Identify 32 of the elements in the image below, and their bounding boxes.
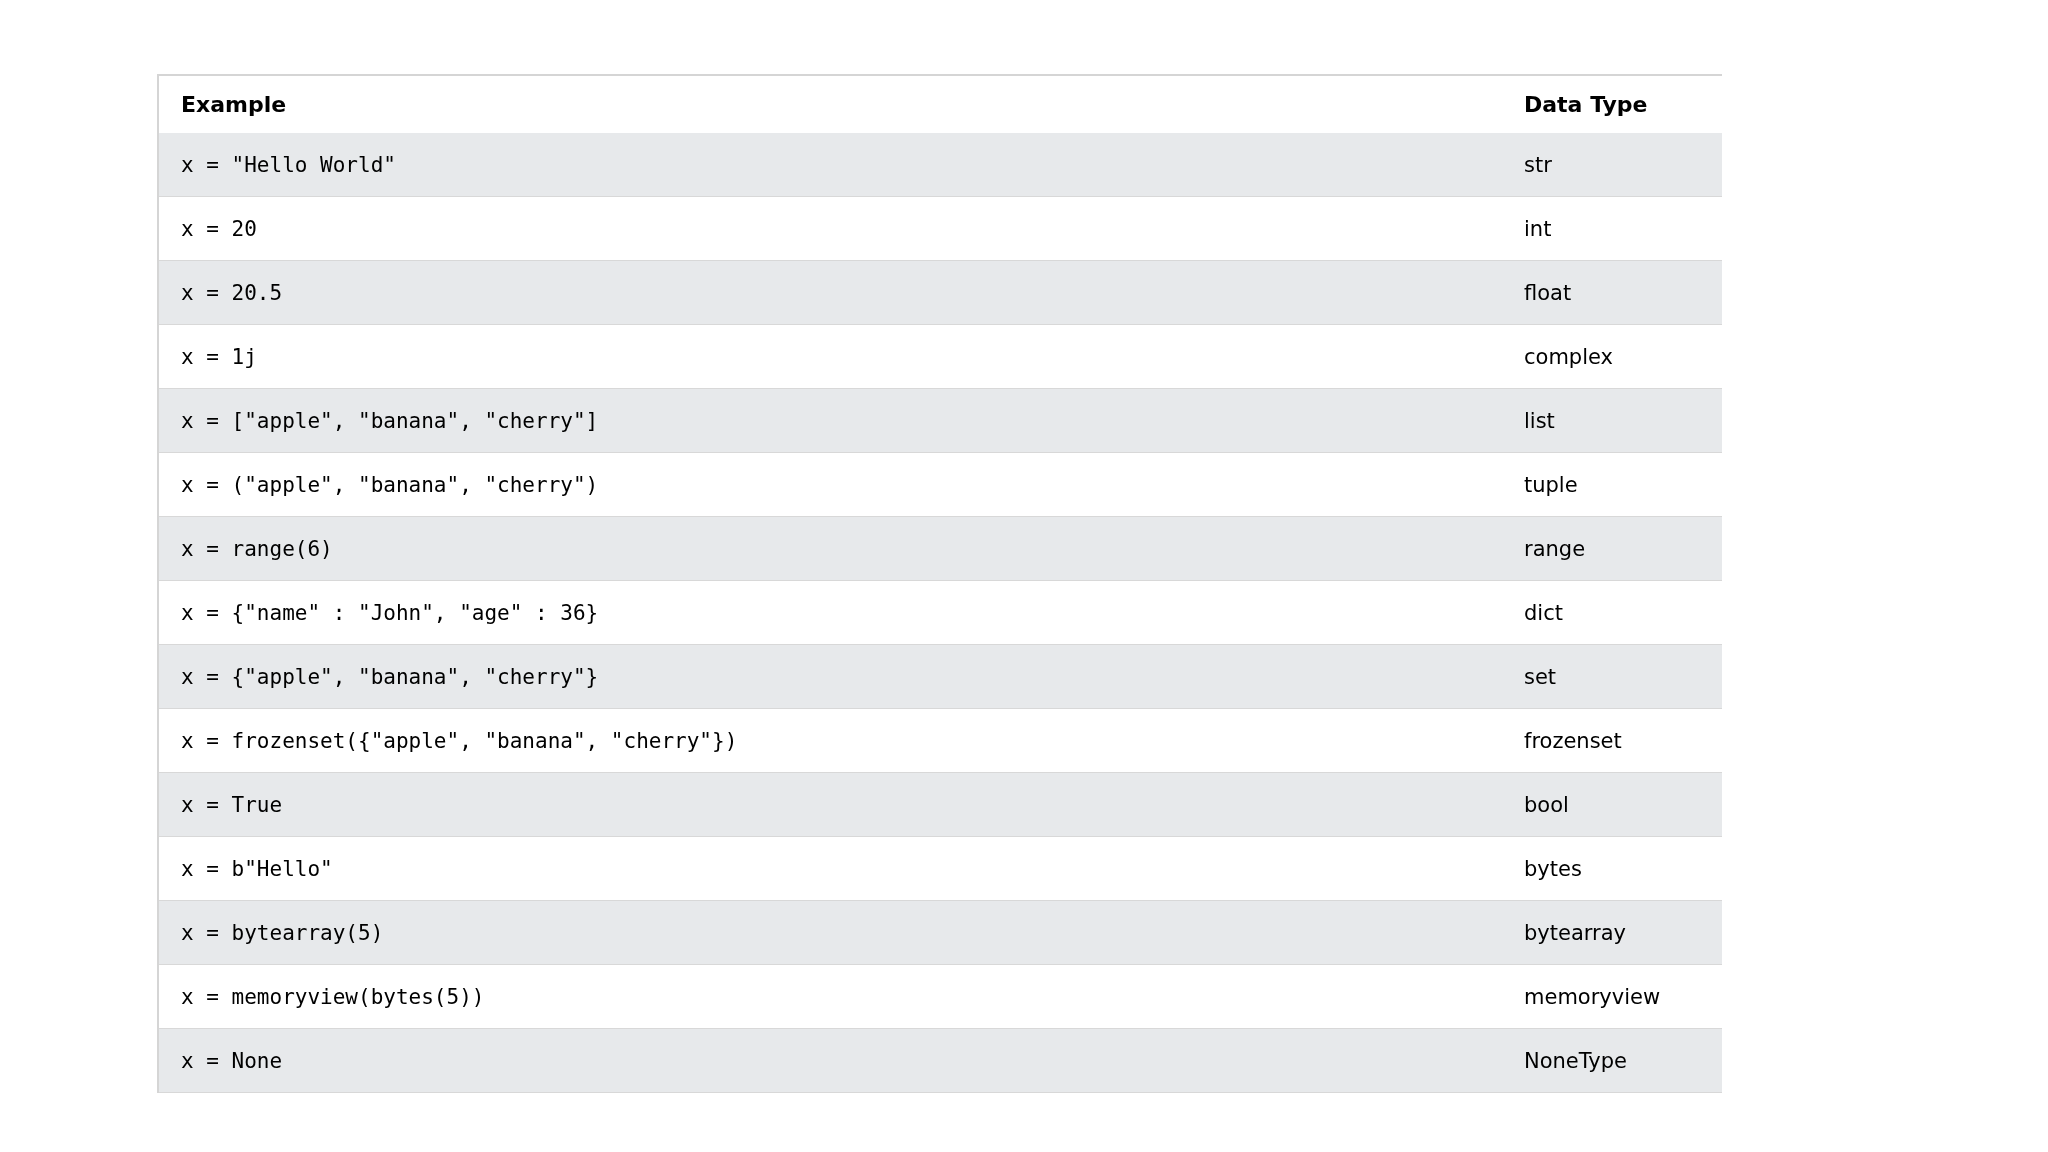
code-example: x = "Hello World" [181,152,396,177]
code-example: x = bytearray(5) [181,920,384,945]
code-example: x = 20.5 [181,280,283,305]
data-type-cell: frozenset [1524,728,1622,753]
code-example: x = memoryview(bytes(5)) [181,984,485,1009]
code-example: x = ("apple", "banana", "cherry") [181,472,599,497]
data-type-cell: bool [1524,792,1569,817]
code-example: x = 1j [181,344,257,369]
data-type-cell: list [1524,408,1555,433]
data-type-cell: bytearray [1524,920,1626,945]
code-example: x = {"apple", "banana", "cherry"} [181,664,599,689]
code-example: x = 20 [181,216,257,241]
data-type-cell: NoneType [1524,1048,1628,1073]
data-type-cell: range [1524,536,1586,561]
data-type-cell: float [1524,280,1572,305]
data-type-cell: memoryview [1524,984,1661,1009]
code-example: x = range(6) [181,536,333,561]
code-example: x = None [181,1048,283,1073]
data-type-cell: set [1524,664,1557,689]
code-example: x = b"Hello" [181,856,333,881]
data-type-cell: str [1524,152,1552,177]
column-header: Example [181,92,287,117]
code-example: x = True [181,792,283,817]
data-type-cell: int [1524,216,1552,241]
code-example: x = ["apple", "banana", "cherry"] [181,408,599,433]
code-example: x = frozenset({"apple", "banana", "cherry"}) [181,728,738,753]
data-type-cell: bytes [1524,856,1582,881]
data-type-cell: tuple [1524,472,1578,497]
data-type-cell: dict [1524,600,1563,625]
data-type-cell: complex [1524,344,1613,369]
column-header: Data Type [1524,92,1648,117]
code-example: x = {"name" : "John", "age" : 36} [181,600,599,625]
